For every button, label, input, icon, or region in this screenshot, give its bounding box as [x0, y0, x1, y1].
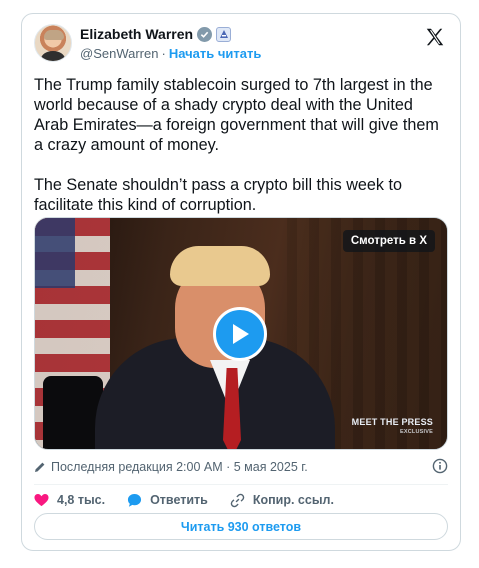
avatar[interactable]	[34, 24, 72, 62]
edited-timestamp[interactable]: Последняя редакция 2:00 AM · 5 мая 2025 …	[51, 460, 308, 474]
like-button[interactable]: 4,8 тыс.	[34, 493, 105, 507]
author-handle[interactable]: @SenWarren	[80, 46, 158, 61]
play-icon	[233, 324, 249, 344]
action-bar: 4,8 тыс. Ответить Копир. ссыл.	[34, 490, 334, 510]
heart-icon	[34, 494, 49, 507]
meet-the-press-logo: MEET THE PRESS EXCLUSIVE	[351, 417, 433, 435]
x-logo-icon[interactable]	[424, 26, 446, 48]
video-player[interactable]: Смотреть в X MEET THE PRESS EXCLUSIVE	[34, 217, 448, 450]
copy-link-label: Копир. ссыл.	[252, 493, 334, 507]
author-name[interactable]: Elizabeth Warren	[80, 26, 193, 42]
tweet-header: Elizabeth Warren @SenWarren · Начать чит…	[34, 24, 448, 64]
tweet-text: The Trump family stablecoin surged to 7t…	[34, 75, 450, 235]
speech-bubble-icon	[128, 493, 142, 507]
tweet-card[interactable]: Elizabeth Warren @SenWarren · Начать чит…	[21, 13, 461, 551]
link-icon	[230, 493, 245, 507]
read-replies-button[interactable]: Читать 930 ответов	[34, 513, 448, 540]
like-count: 4,8 тыс.	[57, 493, 106, 507]
handle-row: @SenWarren · Начать читать	[80, 46, 261, 61]
author-name-row: Elizabeth Warren	[80, 26, 232, 42]
reply-label: Ответить	[150, 493, 208, 507]
reply-button[interactable]: Ответить	[127, 493, 208, 508]
verified-badge-icon	[197, 26, 213, 42]
watch-on-x-button[interactable]: Смотреть в X	[342, 230, 435, 252]
tweet-paragraph-2: The Senate shouldn’t pass a crypto bill …	[34, 176, 403, 214]
separator: ·	[161, 46, 166, 61]
follow-button[interactable]: Начать читать	[169, 46, 262, 61]
edit-info-row: Последняя редакция 2:00 AM · 5 мая 2025 …	[34, 458, 448, 476]
info-icon[interactable]	[432, 458, 448, 474]
government-badge-icon	[216, 26, 232, 42]
play-button[interactable]	[213, 307, 267, 361]
divider	[34, 484, 448, 485]
tweet-paragraph-1: The Trump family stablecoin surged to 7t…	[34, 76, 439, 154]
copy-link-button[interactable]: Копир. ссыл.	[230, 493, 334, 508]
pencil-icon	[35, 462, 45, 472]
